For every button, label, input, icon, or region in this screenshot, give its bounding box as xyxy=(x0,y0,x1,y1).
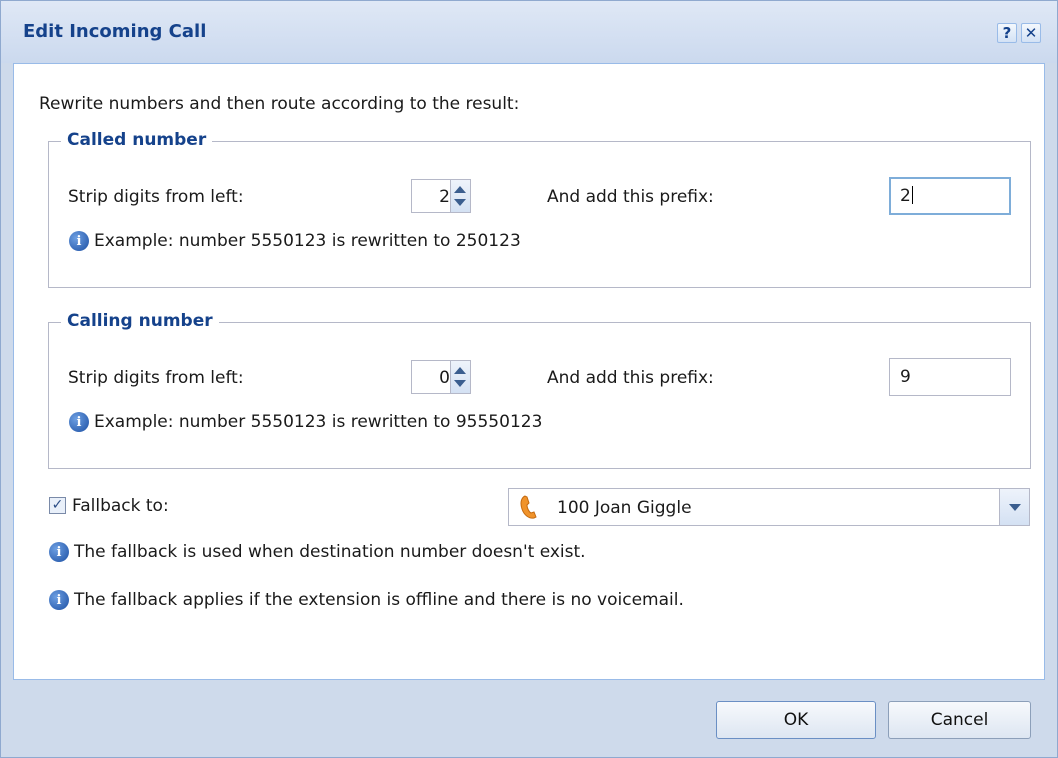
fallback-note-1: i The fallback is used when destination … xyxy=(49,542,586,562)
called-prefix-label: And add this prefix: xyxy=(547,187,714,207)
dialog-titlebar[interactable]: Edit Incoming Call ? ✕ xyxy=(1,1,1057,63)
edit-incoming-call-dialog: Edit Incoming Call ? ✕ Rewrite numbers a… xyxy=(0,0,1058,758)
close-icon[interactable]: ✕ xyxy=(1021,23,1041,43)
phone-icon xyxy=(520,495,537,519)
fallback-label: Fallback to: xyxy=(72,496,169,516)
ok-button[interactable]: OK xyxy=(716,701,876,739)
intro-text: Rewrite numbers and then route according… xyxy=(39,94,520,114)
called-example-text: Example: number 5550123 is rewritten to … xyxy=(94,231,521,251)
fallback-note-2: i The fallback applies if the extension … xyxy=(49,590,684,610)
calling-strip-value: 0 xyxy=(439,368,450,388)
help-icon[interactable]: ? xyxy=(997,23,1017,43)
called-example-row: i Example: number 5550123 is rewritten t… xyxy=(69,231,521,251)
chevron-down-icon[interactable] xyxy=(1009,504,1021,511)
spin-up-icon[interactable] xyxy=(454,367,466,374)
called-strip-spin-trigger[interactable] xyxy=(450,180,470,212)
fallback-selected-value: 100 Joan Giggle xyxy=(557,498,692,518)
text-caret xyxy=(911,186,913,204)
cancel-button[interactable]: Cancel xyxy=(888,701,1031,739)
fallback-note-2-text: The fallback applies if the extension is… xyxy=(74,590,684,610)
calling-number-legend: Calling number xyxy=(61,311,219,331)
called-number-group: Called number Strip digits from left: 2 … xyxy=(48,130,1031,288)
info-icon: i xyxy=(69,412,89,432)
called-strip-label: Strip digits from left: xyxy=(68,187,244,207)
spin-up-icon[interactable] xyxy=(454,186,466,193)
called-strip-spinner[interactable]: 2 xyxy=(411,179,471,213)
fallback-checkbox[interactable]: ✓ xyxy=(49,497,66,514)
calling-example-text: Example: number 5550123 is rewritten to … xyxy=(94,412,543,432)
fallback-dropdown-trigger[interactable] xyxy=(999,489,1029,525)
calling-strip-label: Strip digits from left: xyxy=(68,368,244,388)
calling-example-row: i Example: number 5550123 is rewritten t… xyxy=(69,412,542,432)
called-prefix-value: 2 xyxy=(900,186,911,206)
info-icon: i xyxy=(49,542,69,562)
calling-prefix-value: 9 xyxy=(900,367,911,387)
info-icon: i xyxy=(69,231,89,251)
called-number-legend: Called number xyxy=(61,130,213,150)
calling-strip-spin-trigger[interactable] xyxy=(450,361,470,393)
dialog-body: Rewrite numbers and then route according… xyxy=(13,63,1045,680)
calling-strip-spinner[interactable]: 0 xyxy=(411,360,471,394)
fallback-select[interactable]: 100 Joan Giggle xyxy=(508,488,1030,526)
info-icon: i xyxy=(49,590,69,610)
calling-number-group: Calling number Strip digits from left: 0… xyxy=(48,311,1031,469)
spin-down-icon[interactable] xyxy=(454,380,466,387)
calling-prefix-input[interactable]: 9 xyxy=(889,358,1011,396)
spin-down-icon[interactable] xyxy=(454,199,466,206)
calling-prefix-label: And add this prefix: xyxy=(547,368,714,388)
fallback-note-1-text: The fallback is used when destination nu… xyxy=(74,542,586,562)
dialog-title: Edit Incoming Call xyxy=(23,21,207,42)
called-strip-value: 2 xyxy=(439,187,450,207)
called-prefix-input[interactable]: 2 xyxy=(889,177,1011,215)
